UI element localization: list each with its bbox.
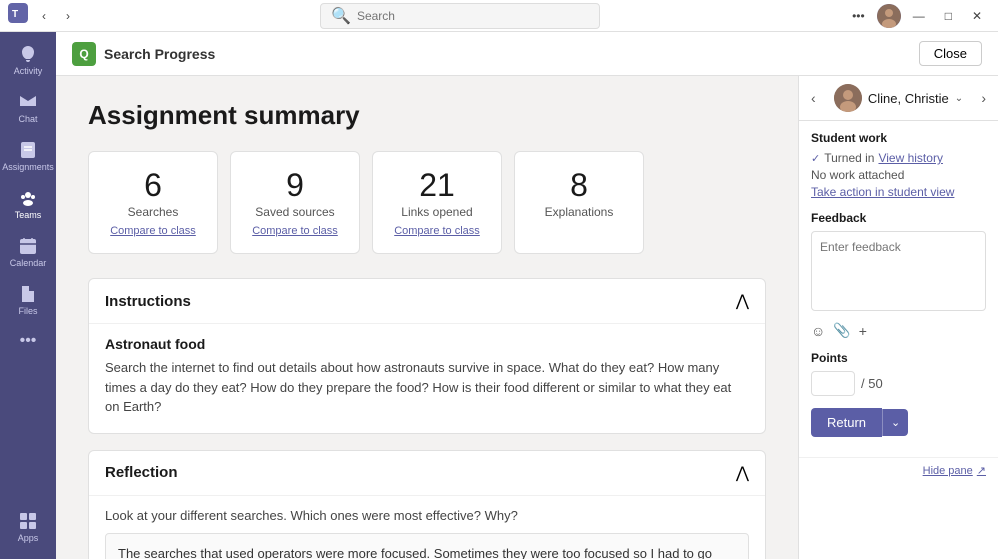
main-content: Assignment summary 6 Searches Compare to…	[56, 76, 798, 559]
feedback-actions: ☺ 📎 +	[811, 322, 986, 339]
turned-in-text: Turned in	[824, 151, 874, 165]
teams-logo: T	[8, 3, 28, 28]
restore-button[interactable]: □	[937, 5, 960, 27]
stat-number-searches: 6	[144, 168, 162, 203]
student-info: Cline, Christie ⌄	[834, 84, 963, 112]
stat-compare-links[interactable]: Compare to class	[394, 225, 480, 237]
sidebar-item-chat-label: Chat	[18, 114, 37, 124]
student-work-label: Student work	[811, 131, 986, 145]
points-row: / 50	[811, 371, 986, 396]
reflection-chevron: ⋀	[736, 463, 749, 483]
sidebar-item-assignments[interactable]: Assignments	[0, 132, 56, 180]
check-icon: ✓	[811, 152, 820, 165]
reflection-answer: The searches that used operators were mo…	[105, 533, 749, 559]
stat-label-links: Links opened	[401, 205, 472, 219]
sidebar-item-calendar[interactable]: Calendar	[0, 228, 56, 276]
stat-compare-saved[interactable]: Compare to class	[252, 225, 338, 237]
reflection-content: Look at your different searches. Which o…	[89, 495, 765, 559]
instructions-content: Astronaut food Search the internet to fi…	[89, 323, 765, 433]
return-button[interactable]: Return	[811, 408, 882, 437]
student-dropdown-icon[interactable]: ⌄	[955, 93, 963, 104]
feedback-label: Feedback	[811, 211, 986, 225]
stat-number-links: 21	[419, 168, 455, 203]
stat-label-searches: Searches	[128, 205, 179, 219]
right-panel-nav: ‹ Cline, Christie ⌄ ›	[799, 76, 998, 121]
sidebar-item-activity-label: Activity	[14, 66, 43, 76]
instructions-chevron: ⋀	[736, 291, 749, 311]
reflection-header[interactable]: Reflection ⋀	[89, 451, 765, 495]
action-link[interactable]: Take action in student view	[811, 185, 986, 199]
points-section: Points / 50	[811, 351, 986, 396]
stat-card-links: 21 Links opened Compare to class	[372, 151, 502, 254]
reflection-title: Reflection	[105, 464, 178, 481]
svg-text:T: T	[12, 9, 18, 20]
forward-button[interactable]: ›	[60, 7, 76, 25]
sidebar-item-files-label: Files	[18, 306, 37, 316]
stat-compare-searches[interactable]: Compare to class	[110, 225, 196, 237]
instructions-title: Instructions	[105, 293, 191, 310]
sidebar-item-assignments-label: Assignments	[2, 162, 54, 172]
back-button[interactable]: ‹	[36, 7, 52, 25]
hide-pane-text: Hide pane	[923, 465, 973, 477]
points-input[interactable]	[811, 371, 855, 396]
more-options-button[interactable]: •••	[844, 5, 873, 27]
sidebar-item-apps-label: Apps	[18, 533, 39, 543]
sidebar-item-teams-label: Teams	[15, 210, 42, 220]
app-title: Search Progress	[104, 46, 215, 62]
minimize-button[interactable]: —	[905, 5, 933, 27]
app-bar: Q Search Progress Close	[56, 32, 998, 76]
app-icon: Q	[72, 42, 96, 66]
right-panel-body: Student work ✓ Turned in View history No…	[799, 121, 998, 457]
stat-card-saved: 9 Saved sources Compare to class	[230, 151, 360, 254]
sidebar-item-files[interactable]: Files	[0, 276, 56, 324]
return-row: Return ⌄	[811, 408, 986, 437]
sidebar-item-teams[interactable]: Teams	[0, 180, 56, 228]
points-total: / 50	[861, 376, 883, 391]
page-title: Assignment summary	[88, 100, 766, 131]
instructions-header[interactable]: Instructions ⋀	[89, 279, 765, 323]
stat-label-saved: Saved sources	[255, 205, 334, 219]
stat-label-explanations: Explanations	[545, 205, 614, 219]
search-bar: 🔍	[320, 3, 600, 29]
sidebar-more-button[interactable]: •••	[20, 324, 37, 358]
prev-student-button[interactable]: ‹	[807, 88, 820, 108]
feedback-emoji-button[interactable]: ☺	[811, 322, 825, 339]
stat-number-saved: 9	[286, 168, 304, 203]
points-label: Points	[811, 351, 986, 365]
user-avatar	[877, 4, 901, 28]
student-avatar	[834, 84, 862, 112]
instruction-title: Astronaut food	[105, 336, 749, 352]
close-window-button[interactable]: ✕	[964, 5, 990, 27]
right-panel: ‹ Cline, Christie ⌄ ›	[798, 76, 998, 559]
instruction-text: Search the internet to find out details …	[105, 358, 749, 417]
next-student-button[interactable]: ›	[977, 88, 990, 108]
view-history-link[interactable]: View history	[878, 151, 942, 165]
feedback-textarea[interactable]	[811, 231, 986, 311]
sidebar-item-apps[interactable]: Apps	[18, 503, 39, 551]
stat-number-explanations: 8	[570, 168, 588, 203]
sidebar-item-chat[interactable]: Chat	[0, 84, 56, 132]
stat-card-searches: 6 Searches Compare to class	[88, 151, 218, 254]
search-icon: 🔍	[331, 6, 351, 26]
stats-row: 6 Searches Compare to class 9 Saved sour…	[88, 151, 766, 254]
instructions-section: Instructions ⋀ Astronaut food Search the…	[88, 278, 766, 434]
search-input[interactable]	[357, 9, 577, 23]
hide-pane-button[interactable]: Hide pane ↗	[799, 457, 998, 483]
feedback-attachment-button[interactable]: 📎	[833, 322, 850, 339]
return-dropdown-button[interactable]: ⌄	[882, 409, 908, 436]
reflection-section: Reflection ⋀ Look at your different sear…	[88, 450, 766, 559]
turned-in-item: ✓ Turned in View history	[811, 151, 986, 165]
reflection-prompt: Look at your different searches. Which o…	[105, 508, 749, 523]
sidebar-item-activity[interactable]: Activity	[0, 36, 56, 84]
no-work-text: No work attached	[811, 168, 986, 182]
sidebar-item-calendar-label: Calendar	[10, 258, 47, 268]
close-button[interactable]: Close	[919, 41, 982, 66]
feedback-add-button[interactable]: +	[859, 322, 867, 339]
student-name: Cline, Christie	[868, 91, 949, 106]
sidebar: Activity Chat Assignments Teams Calendar…	[0, 32, 56, 559]
stat-card-explanations: 8 Explanations	[514, 151, 644, 254]
hide-pane-icon: ↗	[977, 464, 986, 477]
